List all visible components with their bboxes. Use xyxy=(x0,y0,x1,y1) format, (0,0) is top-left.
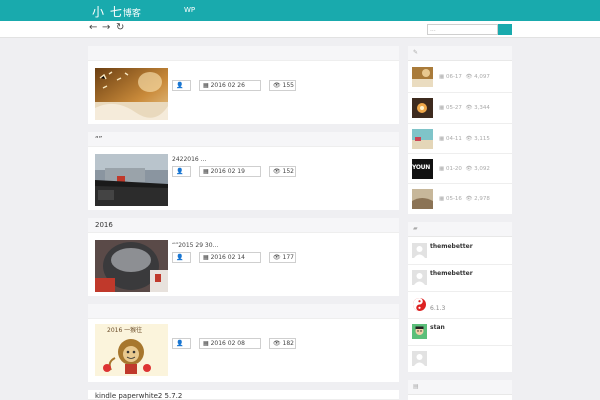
nav-link-wp[interactable]: WP xyxy=(184,6,195,14)
view-count: 👁 3,115 xyxy=(465,136,490,142)
view-count: 👁 3,092 xyxy=(465,166,490,172)
post-title[interactable]: kindle paperwhite2 5.7.2 xyxy=(88,390,399,400)
post-title[interactable] xyxy=(88,46,399,61)
commenter-name[interactable]: stan xyxy=(430,324,445,331)
search-button[interactable] xyxy=(498,24,512,35)
author-icon[interactable]: 👤 xyxy=(172,338,191,349)
post-date: ▦ 2016 02 14 xyxy=(199,252,261,263)
hot-post-thumbnail[interactable] xyxy=(412,98,433,118)
post-card: 2016 “”2015 29 30... 👤 ▦ 2016 02 14 👁 17… xyxy=(88,218,399,296)
post-views: 👁 152 xyxy=(269,166,296,177)
comment-text: 6.1.3 xyxy=(430,305,446,312)
hot-post-item[interactable]: ▦ 04-11 👁 3,115 xyxy=(408,124,512,154)
site-header: 小 七博客 WP xyxy=(0,0,600,21)
calendar-date: ▦ 05-27 xyxy=(439,105,462,111)
post-views: 👁 182 xyxy=(269,338,296,349)
hot-post-item[interactable]: ▦ 05-27 👁 3,344 xyxy=(408,93,512,124)
post-title[interactable]: “” xyxy=(88,132,399,147)
hot-post-item[interactable]: YOUN ▦ 01-20 👁 3,092 xyxy=(408,154,512,184)
hot-post-item[interactable]: ▦ 05-16 👁 2,978 xyxy=(408,184,512,214)
view-count: 👁 4,097 xyxy=(465,74,490,80)
avatar[interactable] xyxy=(412,243,427,258)
post-thumbnail[interactable] xyxy=(95,154,168,206)
site-logo[interactable]: 小 七博客 xyxy=(92,3,141,20)
calendar-date: ▦ 06-17 xyxy=(439,74,462,80)
hot-post-item[interactable]: ▦ 06-17 👁 4,097 xyxy=(408,62,512,93)
hot-post-thumbnail[interactable] xyxy=(412,67,433,87)
widget-title: ✎ xyxy=(408,46,512,61)
comment-item[interactable]: 6.1.3 xyxy=(408,292,512,319)
comment-icon: ▰ xyxy=(413,225,418,232)
post-thumbnail[interactable]: 2016 一猴往 xyxy=(95,324,168,376)
post-card: “” 2422016 ... 👤 ▦ 2016 02 19 👁 152 xyxy=(88,132,399,210)
calendar-date: ▦ 04-11 xyxy=(439,136,462,142)
post-views: 👁 155 xyxy=(269,80,296,91)
post-excerpt: “”2015 29 30... xyxy=(172,242,219,249)
pencil-icon: ✎ xyxy=(413,49,419,56)
author-icon[interactable]: 👤 xyxy=(172,166,191,177)
hot-post-thumbnail[interactable] xyxy=(412,129,433,149)
commenter-name[interactable]: themebetter xyxy=(430,243,473,250)
refresh-icon[interactable]: ↻ xyxy=(116,23,124,33)
hot-post-thumbnail[interactable]: YOUN xyxy=(412,159,433,179)
avatar[interactable] xyxy=(412,351,427,366)
logo-subtext: 博客 xyxy=(122,9,141,19)
sidebar-widget: ▤ xyxy=(408,380,512,400)
list-icon: ▤ xyxy=(413,383,419,390)
post-card: kindle paperwhite2 5.7.2 xyxy=(88,390,399,400)
widget-title: ▰ xyxy=(408,222,512,237)
commenter-name[interactable]: themebetter xyxy=(430,270,473,277)
post-thumbnail[interactable] xyxy=(95,240,168,292)
post-views: 👁 177 xyxy=(269,252,296,263)
thumb-text: YOUN xyxy=(412,164,430,171)
post-thumbnail[interactable] xyxy=(95,68,168,120)
comment-item[interactable]: themebetter xyxy=(408,265,512,292)
toolbar: ← → ↻ ... xyxy=(0,21,600,38)
back-arrow-icon[interactable]: ← xyxy=(89,23,97,33)
comment-item[interactable]: stan xyxy=(408,319,512,346)
post-card: 2016 一猴往 👤 ▦ 2016 02 08 👁 182 xyxy=(88,304,399,382)
author-icon[interactable]: 👤 xyxy=(172,252,191,263)
post-title[interactable] xyxy=(88,304,399,319)
comment-item[interactable] xyxy=(408,346,512,372)
post-date: ▦ 2016 02 26 xyxy=(199,80,261,91)
post-date: ▦ 2016 02 19 xyxy=(199,166,261,177)
post-excerpt: 2422016 ... xyxy=(172,156,207,163)
hot-posts-widget: ✎ ▦ 06-17 👁 4,097 ▦ 05-27 👁 3,344 ▦ 04-1… xyxy=(408,46,512,214)
recent-comments-widget: ▰ themebetter themebetter 6.1.3 stan xyxy=(408,222,512,372)
widget-title: ▤ xyxy=(408,380,512,395)
avatar[interactable] xyxy=(412,270,427,285)
forward-arrow-icon[interactable]: → xyxy=(102,23,110,33)
author-icon[interactable]: 👤 xyxy=(172,80,191,91)
calendar-date: ▦ 05-16 xyxy=(439,196,462,202)
avatar[interactable] xyxy=(412,297,427,312)
view-count: 👁 2,978 xyxy=(465,196,490,202)
post-date: ▦ 2016 02 08 xyxy=(199,338,261,349)
thumb-caption: 2016 一猴往 xyxy=(107,326,142,334)
search-input[interactable]: ... xyxy=(427,24,498,35)
avatar[interactable] xyxy=(412,324,427,339)
logo-text: 小 七 xyxy=(92,5,123,19)
hot-post-thumbnail[interactable] xyxy=(412,189,433,209)
view-count: 👁 3,344 xyxy=(465,105,490,111)
calendar-date: ▦ 01-20 xyxy=(439,166,462,172)
post-card: 👤 ▦ 2016 02 26 👁 155 xyxy=(88,46,399,124)
post-title[interactable]: 2016 xyxy=(88,218,399,233)
comment-item[interactable]: themebetter xyxy=(408,238,512,265)
